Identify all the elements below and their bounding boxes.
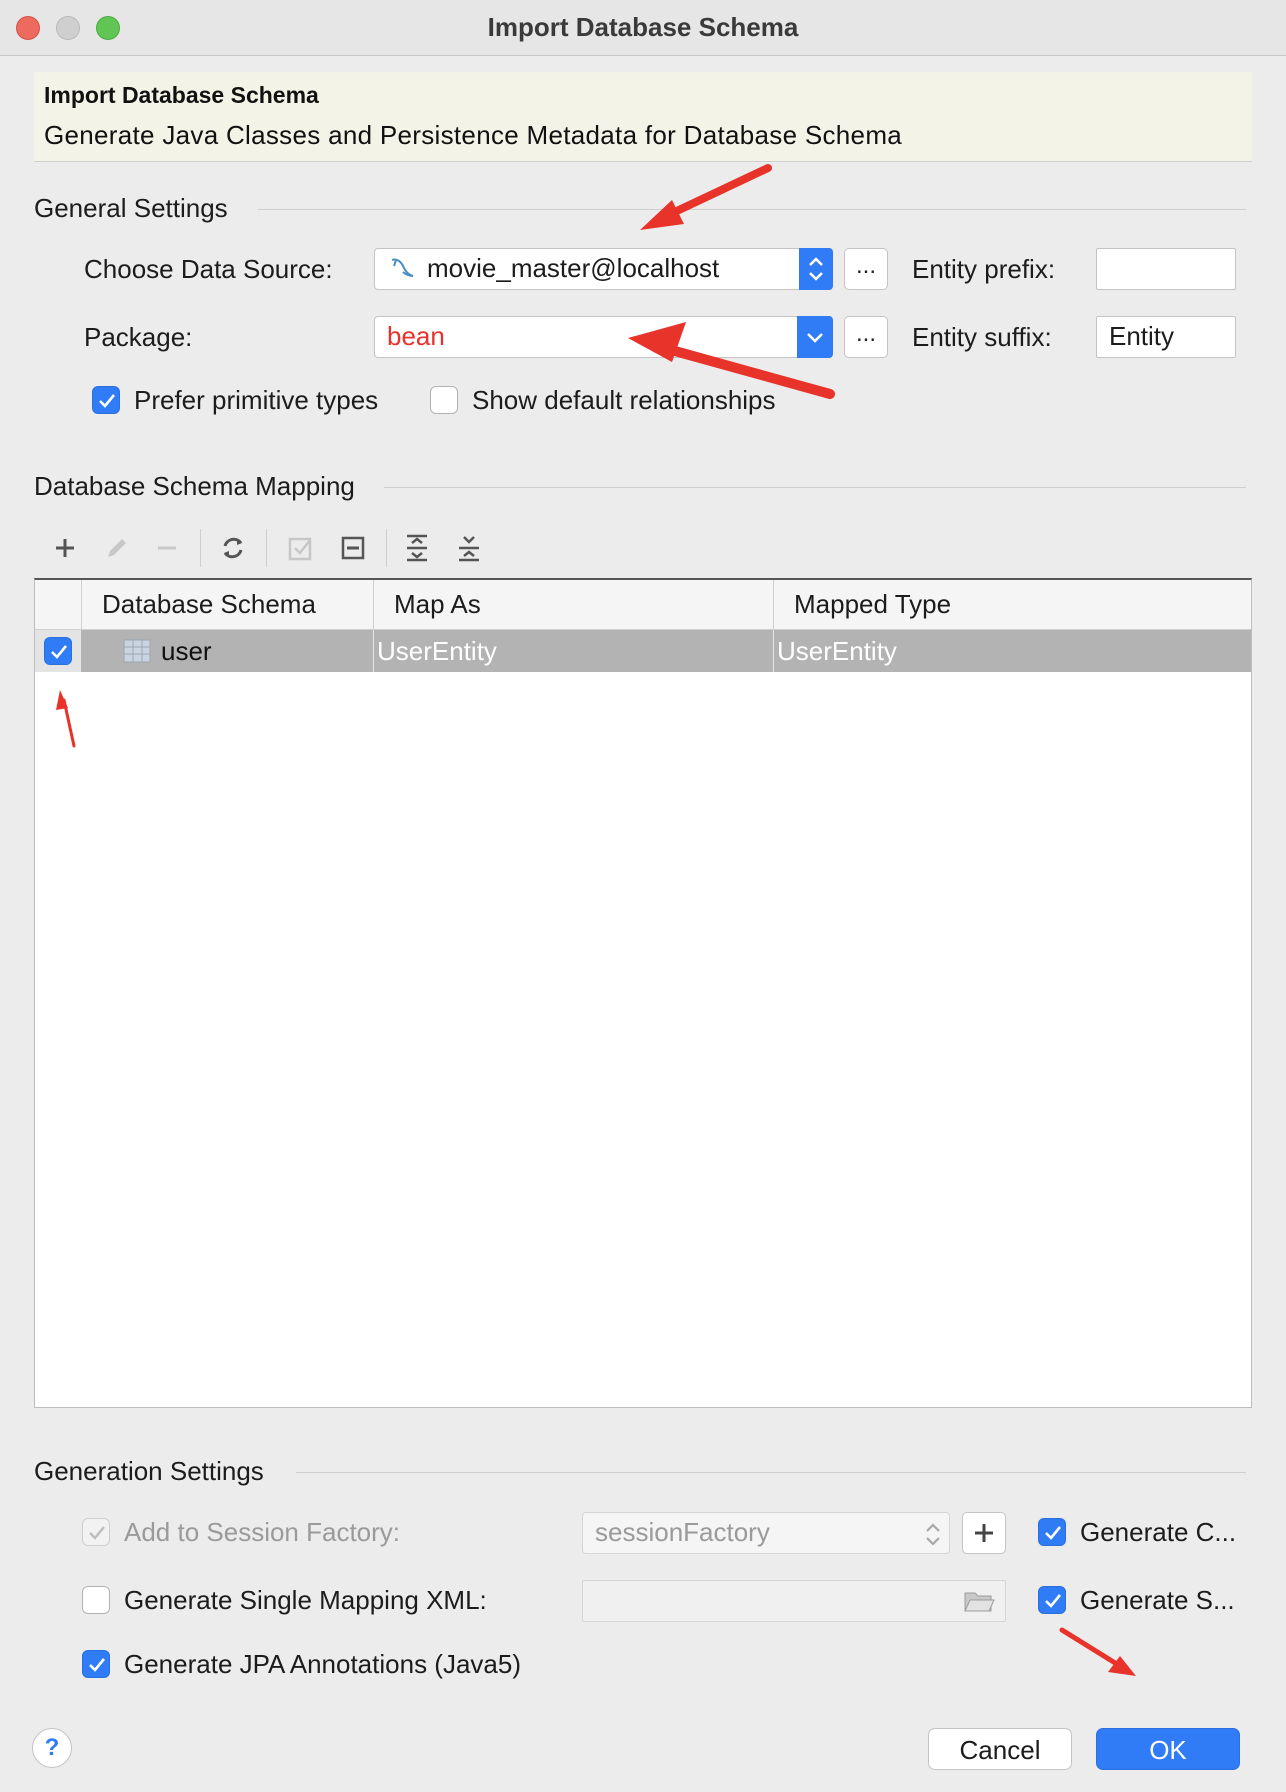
- banner-title: Import Database Schema: [44, 82, 319, 108]
- general-settings-title: General Settings: [34, 193, 228, 223]
- map-as-value[interactable]: UserEntity: [377, 630, 497, 672]
- checkmark-icon: [1045, 1594, 1062, 1608]
- schema-mapping-title: Database Schema Mapping: [34, 471, 355, 501]
- data-source-value: movie_master@localhost: [427, 253, 720, 283]
- schema-mapping-table: Database Schema Map As Mapped Type user …: [34, 578, 1252, 1408]
- browse-package-button[interactable]: ...: [844, 316, 888, 358]
- mysql-icon: [387, 254, 417, 289]
- entity-prefix-input[interactable]: [1096, 248, 1236, 290]
- prefer-primitive-label: Prefer primitive types: [134, 385, 379, 415]
- checkmark-icon: [51, 645, 68, 659]
- row-include-checkbox[interactable]: [44, 637, 72, 665]
- annotation-arrow: [640, 164, 772, 230]
- table-row[interactable]: user UserEntity UserEntity: [35, 630, 1251, 672]
- table-header: Database Schema Map As Mapped Type: [35, 580, 1251, 630]
- mapped-type-value[interactable]: UserEntity: [777, 630, 897, 672]
- generate-s-checkbox[interactable]: [1038, 1586, 1066, 1614]
- data-source-combo[interactable]: movie_master@localhost: [374, 248, 833, 290]
- chevron-updown-icon: [917, 1513, 949, 1560]
- package-combo[interactable]: bean: [374, 316, 833, 358]
- generate-c-label: Generate C...: [1080, 1517, 1237, 1547]
- check-all-icon[interactable]: [284, 531, 318, 565]
- column-header-database-schema[interactable]: Database Schema: [81, 580, 373, 630]
- collapse-icon[interactable]: [336, 531, 370, 565]
- session-factory-combo[interactable]: sessionFactory: [582, 1512, 950, 1554]
- table-icon: [123, 639, 151, 668]
- package-value: bean: [387, 321, 445, 351]
- column-separator: [373, 630, 374, 672]
- browse-data-source-button[interactable]: ...: [844, 248, 888, 290]
- header-banner: Import Database Schema Generate Java Cla…: [34, 72, 1252, 162]
- section-divider: [296, 1472, 1246, 1473]
- add-to-session-factory-checkbox[interactable]: [82, 1518, 110, 1546]
- generate-s-label: Generate S...: [1080, 1585, 1235, 1615]
- chevron-down-icon[interactable]: [797, 316, 833, 358]
- entity-suffix-value: Entity: [1109, 321, 1175, 351]
- checkmark-icon: [99, 394, 116, 408]
- ok-button[interactable]: OK: [1096, 1728, 1240, 1770]
- entity-prefix-label: Entity prefix:: [912, 254, 1056, 284]
- column-header-map-as[interactable]: Map As: [373, 580, 773, 630]
- folder-icon[interactable]: [963, 1589, 995, 1620]
- checkmark-icon: [89, 1526, 105, 1540]
- show-default-relationships-checkbox[interactable]: [430, 386, 458, 414]
- collapse-all-icon[interactable]: [452, 531, 486, 565]
- data-source-label: Choose Data Source:: [84, 254, 333, 284]
- single-mapping-xml-checkbox[interactable]: [82, 1586, 110, 1614]
- toolbar-separator: [386, 529, 387, 567]
- add-to-session-factory-label: Add to Session Factory:: [124, 1517, 401, 1547]
- checkmark-icon: [1045, 1526, 1062, 1540]
- single-mapping-xml-label: Generate Single Mapping XML:: [124, 1585, 487, 1615]
- checkmark-icon: [89, 1658, 106, 1672]
- window-title: Import Database Schema: [487, 12, 799, 42]
- generate-jpa-annotations-label: Generate JPA Annotations (Java5): [124, 1649, 521, 1679]
- add-session-factory-button[interactable]: [962, 1512, 1006, 1554]
- refresh-icon[interactable]: [216, 531, 250, 565]
- add-icon[interactable]: [48, 531, 82, 565]
- edit-icon[interactable]: [100, 531, 134, 565]
- remove-icon[interactable]: [150, 531, 184, 565]
- session-factory-value: sessionFactory: [595, 1517, 770, 1547]
- package-label: Package:: [84, 322, 193, 352]
- generation-settings-title: Generation Settings: [34, 1456, 264, 1486]
- section-divider: [258, 209, 1246, 210]
- show-default-relationships-label: Show default relationships: [472, 385, 776, 415]
- banner-subtitle: Generate Java Classes and Persistence Me…: [44, 120, 903, 150]
- generate-c-checkbox[interactable]: [1038, 1518, 1066, 1546]
- annotation-arrow: [1059, 1627, 1136, 1676]
- toolbar-separator: [200, 529, 201, 567]
- toolbar-separator: [266, 529, 267, 567]
- section-divider: [384, 487, 1246, 488]
- generate-jpa-annotations-checkbox[interactable]: [82, 1650, 110, 1678]
- help-button[interactable]: ?: [32, 1728, 72, 1768]
- plus-icon: [975, 1524, 993, 1542]
- cancel-button[interactable]: Cancel: [928, 1728, 1072, 1770]
- expand-all-icon[interactable]: [400, 531, 434, 565]
- chevron-updown-icon[interactable]: [799, 248, 833, 290]
- schema-name: user: [161, 636, 212, 666]
- entity-suffix-label: Entity suffix:: [912, 322, 1052, 352]
- prefer-primitive-checkbox[interactable]: [92, 386, 120, 414]
- column-separator: [773, 630, 774, 672]
- entity-suffix-input[interactable]: Entity: [1096, 316, 1236, 358]
- column-header-mapped-type[interactable]: Mapped Type: [773, 580, 1251, 630]
- single-mapping-xml-input[interactable]: [582, 1580, 1006, 1622]
